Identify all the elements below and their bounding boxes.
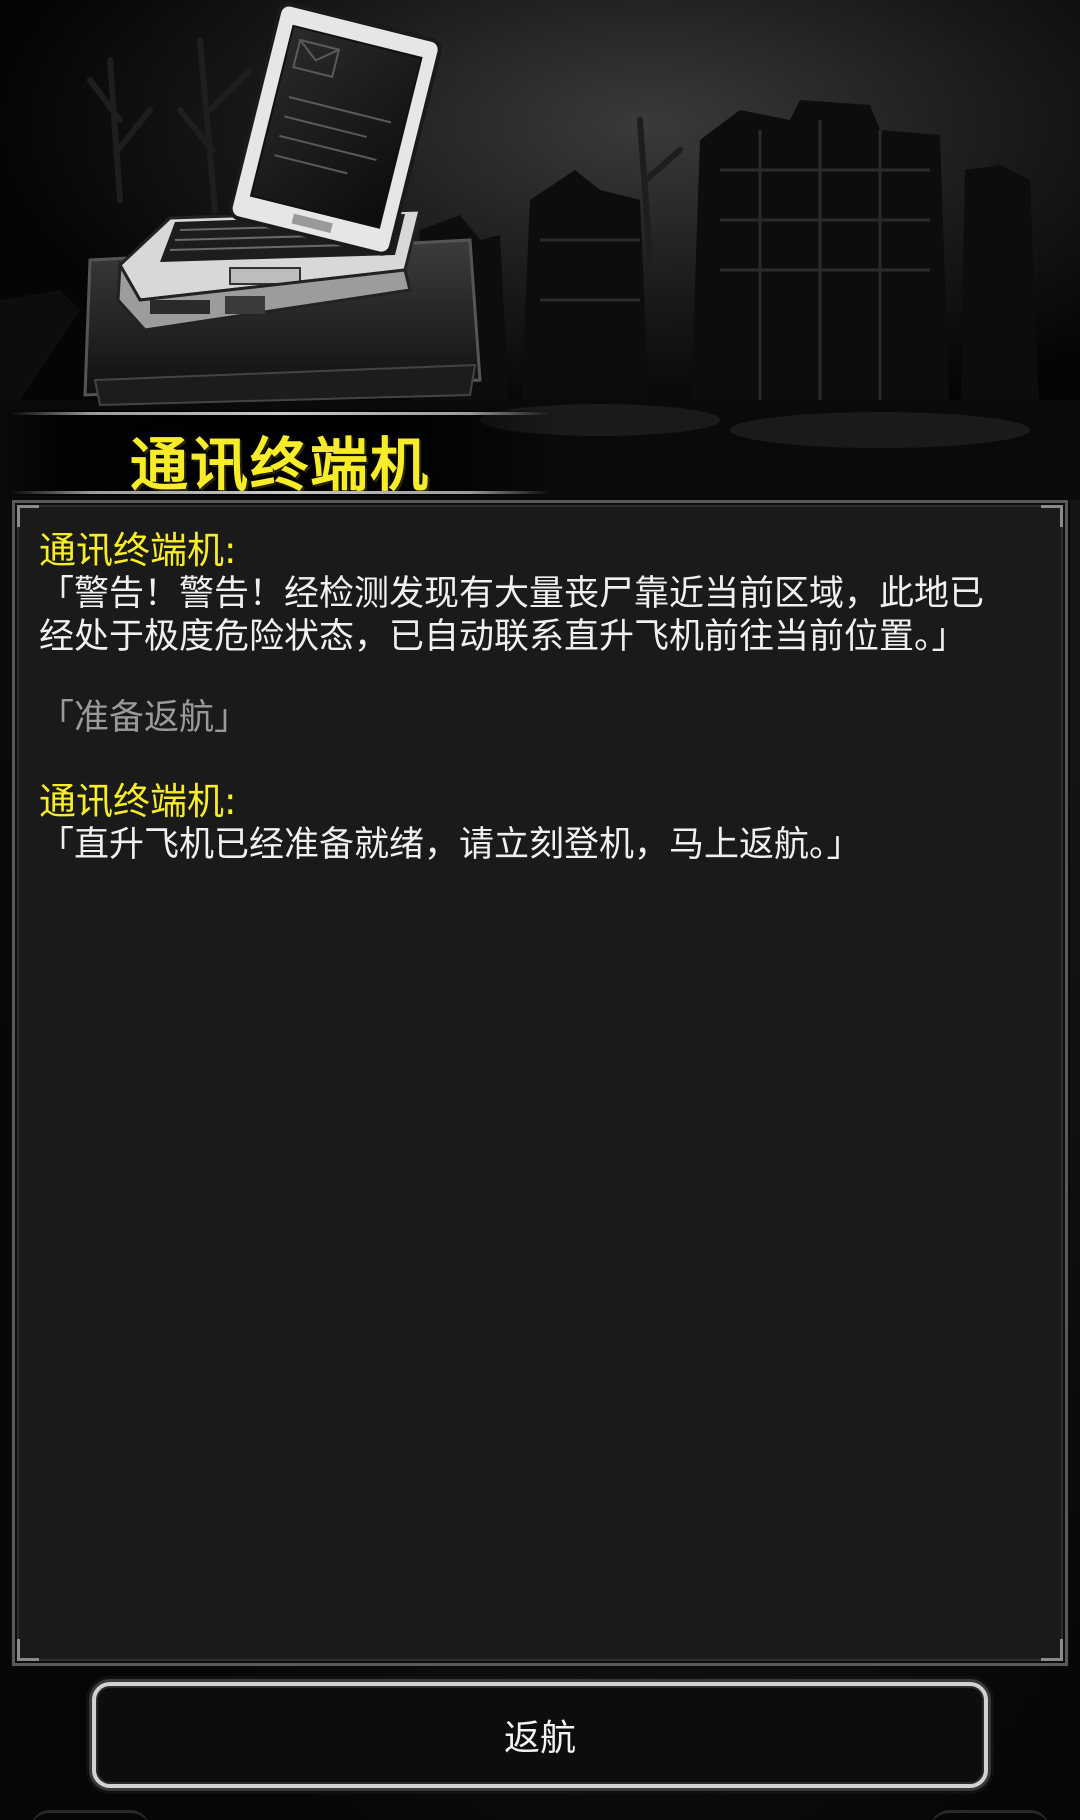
page-title: 通讯终端机 [130,431,431,499]
banner-bottom-rule [10,491,550,494]
title-banner: 通讯终端机 [0,410,560,499]
return-button[interactable]: 返航 [92,1682,988,1788]
bottom-edge-ornament [30,1810,150,1820]
dialog-panel: 通讯终端机: 「警告！警告！经检测发现有大量丧尸靠近当前区域，此地已 经处于极度… [12,500,1068,1666]
game-screen: 通讯终端机 通讯终端机: 「警告！警告！经检测发现有大量丧尸靠近当前区域，此地已… [0,0,1080,1820]
message-speaker: 通讯终端机: [39,529,237,572]
corner-ornament [17,1639,39,1661]
reply-block: 通讯终端机: 「直升飞机已经准备就绪，请立刻登机，马上返航。」 [39,780,1039,867]
dialog-log: 通讯终端机: 「警告！警告！经检测发现有大量丧尸靠近当前区域，此地已 经处于极度… [39,529,1039,867]
corner-ornament [1041,505,1063,527]
reply-speaker: 通讯终端机: [39,780,237,823]
player-choice: 「准备返航」 [39,698,250,738]
corner-ornament [1041,1639,1063,1661]
reply-text: 「直升飞机已经准备就绪，请立刻登机，马上返航。」 [39,825,862,865]
return-button-label: 返航 [503,1718,576,1759]
message-text: 「警告！警告！经检测发现有大量丧尸靠近当前区域，此地已 经处于极度危险状态，已自… [39,574,985,657]
corner-ornament [17,505,39,527]
banner-top-rule [10,412,550,415]
bottom-edge-ornament [930,1810,1050,1820]
message-block: 通讯终端机: 「警告！警告！经检测发现有大量丧尸靠近当前区域，此地已 经处于极度… [39,529,1039,659]
